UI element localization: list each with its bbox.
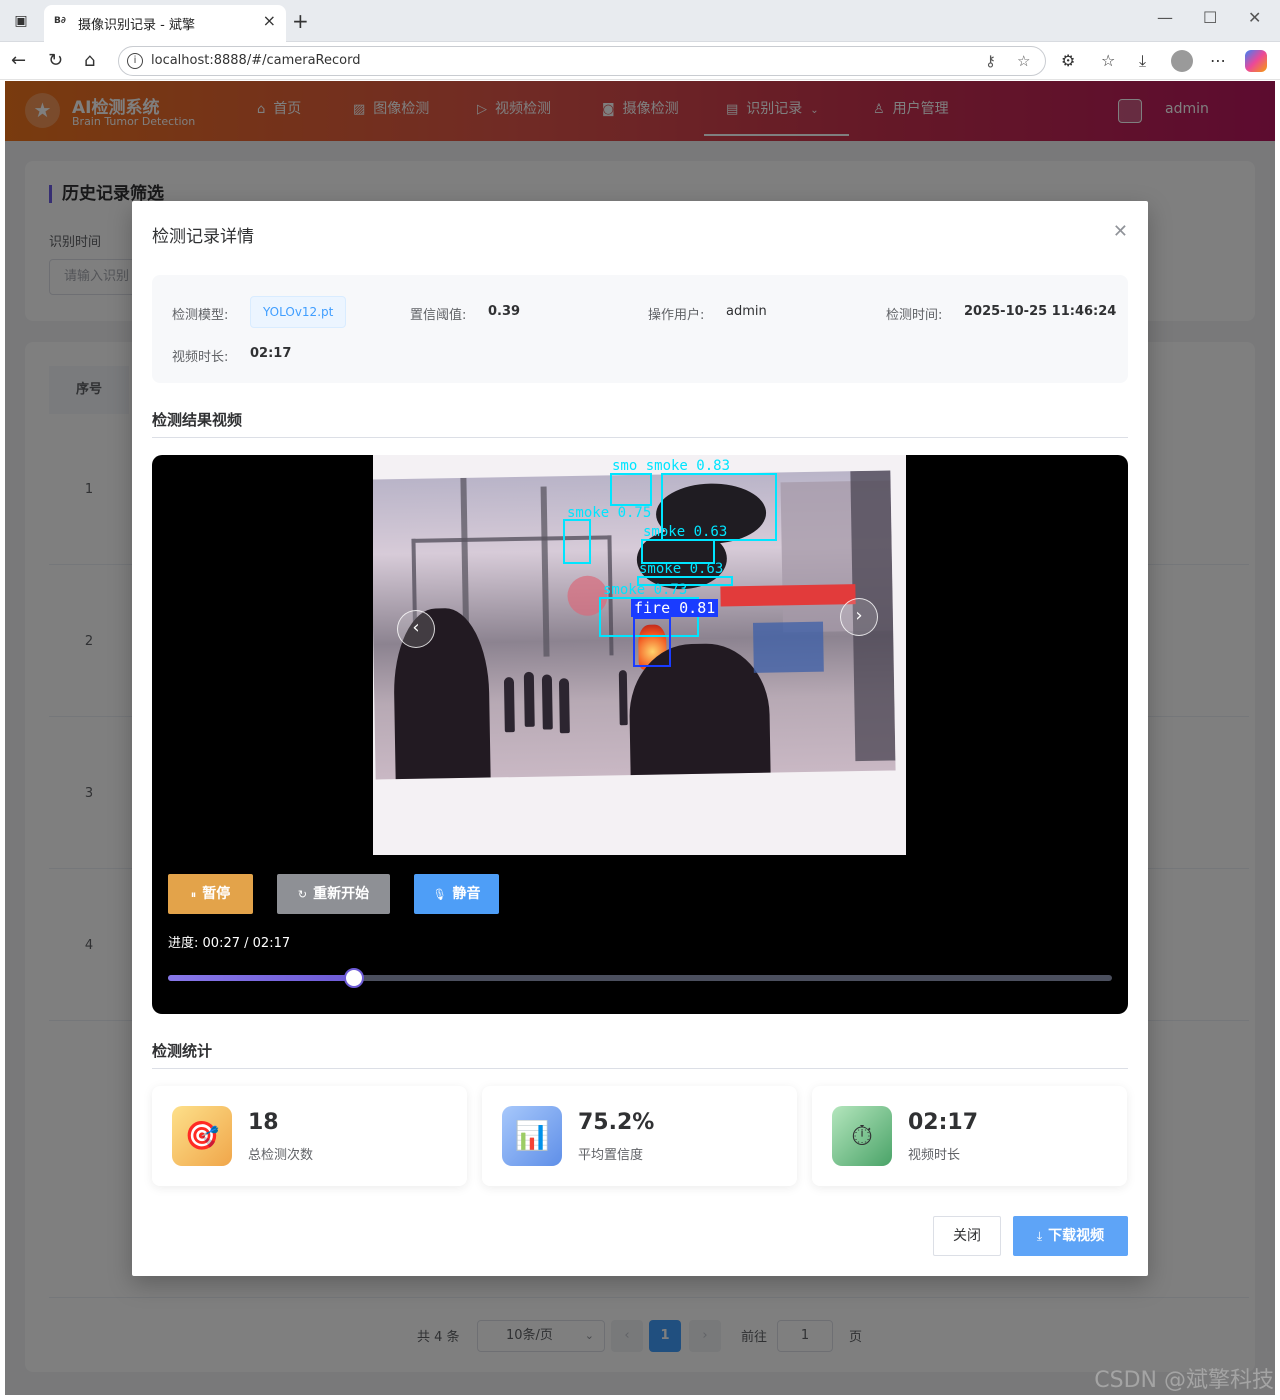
detection-box bbox=[563, 519, 591, 564]
download-icon[interactable]: ⤓ bbox=[1139, 51, 1146, 71]
detection-box bbox=[610, 473, 652, 506]
stat-value: 02:17 bbox=[908, 1110, 979, 1135]
pause-button[interactable]: ⏸ 暂停 bbox=[168, 874, 253, 914]
progress-text: 进度: 00:27 / 02:17 bbox=[168, 936, 291, 951]
progress-thumb[interactable] bbox=[343, 968, 364, 988]
dialog-title: 检测记录详情 bbox=[152, 227, 254, 247]
pause-icon: ⏸ bbox=[190, 888, 197, 901]
favorite-star-icon[interactable]: ☆ bbox=[1017, 52, 1030, 70]
section-divider bbox=[152, 437, 1128, 438]
detection-label: smoke 0.75 bbox=[567, 505, 652, 521]
more-menu-icon[interactable]: ⋯ bbox=[1210, 51, 1226, 70]
threshold-label: 置信阈值: bbox=[410, 308, 467, 323]
tab-favicon-icon: B∂ bbox=[54, 16, 66, 26]
dialog-close-icon[interactable]: ✕ bbox=[1113, 221, 1128, 242]
duration-label: 视频时长: bbox=[172, 350, 229, 365]
video-section-title: 检测结果视频 bbox=[152, 411, 243, 429]
stopwatch-icon: ⏱ bbox=[832, 1106, 892, 1166]
maximize-icon[interactable]: ☐ bbox=[1203, 8, 1217, 27]
copilot-icon[interactable] bbox=[1245, 50, 1267, 72]
refresh-icon: ↻ bbox=[297, 888, 308, 901]
restart-label: 重新开始 bbox=[313, 886, 370, 902]
browser-toolbar: ← ↻ ⌂ i localhost:8888/#/cameraRecord ⚷ … bbox=[0, 42, 1280, 80]
stat-label: 总检测次数 bbox=[248, 1148, 314, 1163]
csdn-watermark: CSDN @斌擎科技 bbox=[1094, 1368, 1274, 1393]
home-browser-icon[interactable]: ⌂ bbox=[84, 50, 95, 71]
bar-chart-icon: 📊 bbox=[502, 1106, 562, 1166]
fire-detection-label: fire 0.81 bbox=[631, 599, 719, 617]
detect-time-label: 检测时间: bbox=[886, 308, 943, 323]
prev-frame-button[interactable]: ‹ bbox=[397, 610, 435, 648]
window-close-icon[interactable]: ✕ bbox=[1248, 8, 1261, 27]
close-button[interactable]: 关闭 bbox=[933, 1216, 1001, 1256]
model-tag: YOLOv12.pt bbox=[250, 296, 347, 328]
user-label: 操作用户: bbox=[648, 308, 705, 323]
stat-label: 视频时长 bbox=[908, 1148, 961, 1163]
mute-button[interactable]: 🎙 静音 bbox=[414, 874, 499, 914]
restart-button[interactable]: ↻ 重新开始 bbox=[277, 874, 390, 914]
current-time: 00:27 bbox=[202, 936, 240, 951]
site-info-icon[interactable]: i bbox=[127, 53, 143, 69]
stats-section-title: 检测统计 bbox=[152, 1042, 213, 1060]
key-icon[interactable]: ⚷ bbox=[985, 52, 996, 70]
profile-avatar[interactable] bbox=[1171, 50, 1193, 72]
stat-card-duration: ⏱ 02:17 视频时长 bbox=[812, 1086, 1127, 1186]
stat-card-total: 🎯 18 总检测次数 bbox=[152, 1086, 467, 1186]
tab-close-icon[interactable]: × bbox=[263, 11, 276, 30]
model-label: 检测模型: bbox=[172, 308, 229, 323]
mute-label: 静音 bbox=[452, 886, 481, 902]
detection-label: smoke 0.63 bbox=[639, 561, 724, 577]
download-video-button[interactable]: ⤓ 下载视频 bbox=[1013, 1216, 1128, 1256]
fire-detection-box bbox=[633, 617, 671, 667]
tab-actions-icon[interactable]: ▣ bbox=[10, 11, 32, 31]
tab-title: 摄像识别记录 - 斌擎 bbox=[78, 18, 195, 33]
user-value: admin bbox=[726, 304, 767, 319]
new-tab-icon[interactable]: + bbox=[292, 9, 309, 33]
stat-card-confidence: 📊 75.2% 平均置信度 bbox=[482, 1086, 797, 1186]
total-time: 02:17 bbox=[252, 936, 291, 951]
video-frame: smo smoke 0.83 smoke 0.75 smoke 0.63 smo… bbox=[373, 455, 906, 855]
progress-slider[interactable] bbox=[168, 968, 1112, 988]
download-label: 下载视频 bbox=[1048, 1228, 1105, 1244]
detection-label: smoke 0.63 bbox=[643, 524, 728, 540]
stat-value: 75.2% bbox=[578, 1110, 655, 1135]
progress-fill bbox=[168, 975, 354, 981]
detection-label: smo smoke 0.83 bbox=[612, 458, 731, 474]
favorites-icon[interactable]: ☆ bbox=[1101, 51, 1115, 70]
download-icon: ⤓ bbox=[1036, 1229, 1043, 1243]
video-player[interactable]: smo smoke 0.83 smoke 0.75 smoke 0.63 smo… bbox=[152, 455, 1128, 1014]
url-text: localhost:8888/#/cameraRecord bbox=[151, 53, 361, 68]
section-divider bbox=[152, 1068, 1128, 1069]
reload-icon[interactable]: ↻ bbox=[48, 50, 63, 71]
detect-time-value: 2025-10-25 11:46:24 bbox=[964, 304, 1117, 319]
minimize-icon[interactable]: — bbox=[1157, 8, 1173, 27]
stat-value: 18 bbox=[248, 1110, 279, 1135]
browser-tab[interactable]: B∂ 摄像识别记录 - 斌擎 × bbox=[44, 5, 286, 42]
pause-label: 暂停 bbox=[202, 886, 231, 902]
progress-label: 进度: bbox=[168, 936, 199, 951]
record-detail-dialog: 检测记录详情 ✕ 检测模型: YOLOv12.pt 置信阈值: 0.39 操作用… bbox=[132, 201, 1148, 1276]
threshold-value: 0.39 bbox=[488, 304, 521, 319]
target-icon: 🎯 bbox=[172, 1106, 232, 1166]
microphone-icon: 🎙 bbox=[432, 888, 447, 901]
browser-tab-bar: ▣ B∂ 摄像识别记录 - 斌擎 × + — ☐ ✕ bbox=[0, 0, 1280, 42]
stat-label: 平均置信度 bbox=[578, 1148, 644, 1163]
next-frame-button[interactable]: › bbox=[840, 598, 878, 636]
detection-label: smoke 0.73 bbox=[603, 582, 688, 598]
address-bar[interactable]: i localhost:8888/#/cameraRecord ⚷ ☆ bbox=[118, 46, 1046, 76]
extensions-icon[interactable]: ⚙ bbox=[1061, 51, 1075, 70]
duration-value: 02:17 bbox=[250, 346, 292, 361]
back-icon[interactable]: ← bbox=[11, 50, 26, 71]
record-info-panel: 检测模型: YOLOv12.pt 置信阈值: 0.39 操作用户: admin … bbox=[152, 275, 1128, 383]
